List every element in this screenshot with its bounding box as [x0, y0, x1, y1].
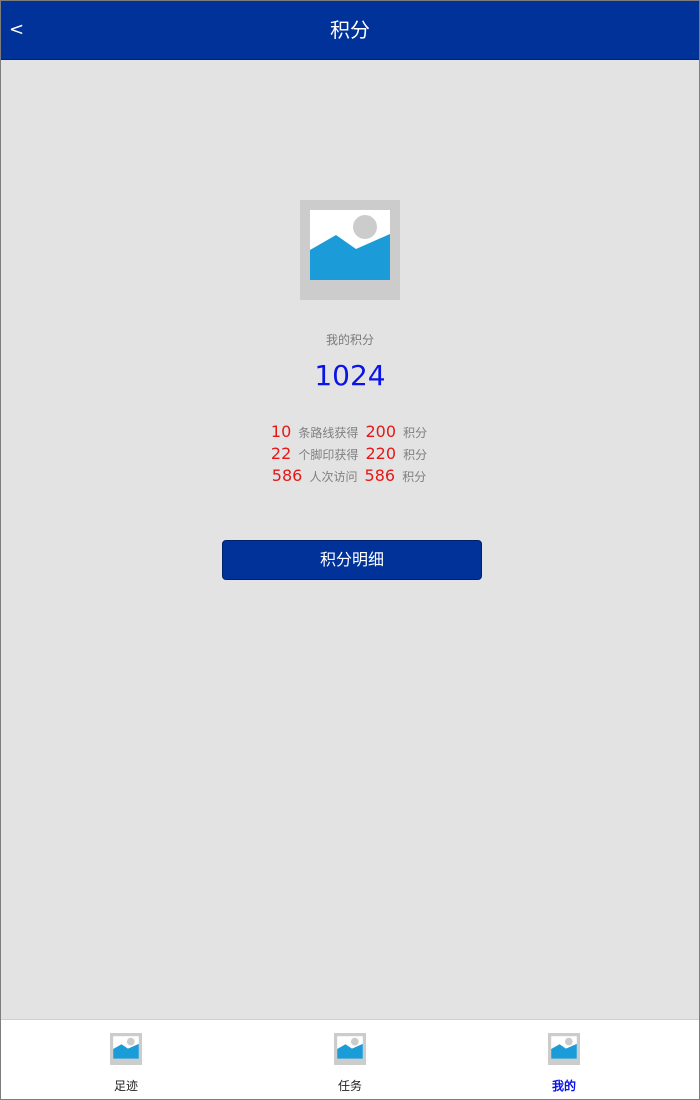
page-title: 积分	[330, 18, 370, 42]
tab-mine[interactable]: 我的	[504, 1020, 624, 1099]
app-frame: < 积分 我的积分 1024 10 条路线获得 200 积分 22 个脚印获得 …	[0, 0, 700, 1100]
points-stats: 10 条路线获得 200 积分 22 个脚印获得 220 积分 586 人次访问…	[1, 421, 699, 487]
tab-label: 足迹	[113, 1079, 138, 1093]
stat-desc: 人次访问	[309, 470, 358, 484]
tab-label: 任务	[337, 1079, 362, 1093]
stat-unit: 积分	[403, 448, 428, 462]
stat-desc: 条路线获得	[298, 426, 359, 440]
points-label: 我的积分	[325, 333, 374, 347]
stat-count: 586	[271, 466, 303, 485]
stat-row-visits: 586 人次访问 586 积分	[1, 465, 699, 487]
header-bar: < 积分	[1, 1, 699, 60]
stat-points: 220	[365, 444, 396, 463]
points-value: 1024	[314, 359, 386, 392]
stat-unit: 积分	[402, 470, 427, 484]
stat-count: 22	[270, 444, 292, 463]
image-placeholder-icon	[110, 1033, 142, 1065]
image-placeholder-icon	[300, 200, 400, 300]
stat-row-routes: 10 条路线获得 200 积分	[1, 421, 699, 443]
stat-desc: 个脚印获得	[298, 448, 359, 462]
bottom-tab-bar: 足迹 任务 我的	[1, 1019, 699, 1099]
stat-row-footprints: 22 个脚印获得 220 积分	[1, 443, 699, 465]
stat-points: 200	[365, 422, 396, 441]
stat-unit: 积分	[403, 426, 428, 440]
image-placeholder-icon	[334, 1033, 366, 1065]
stat-count: 10	[270, 422, 292, 441]
tab-label: 我的	[551, 1079, 576, 1093]
tab-tasks[interactable]: 任务	[290, 1020, 410, 1099]
tab-footprints[interactable]: 足迹	[66, 1020, 186, 1099]
stat-points: 586	[364, 466, 396, 485]
points-detail-button[interactable]: 积分明细	[222, 540, 482, 580]
image-placeholder-icon	[548, 1033, 580, 1065]
